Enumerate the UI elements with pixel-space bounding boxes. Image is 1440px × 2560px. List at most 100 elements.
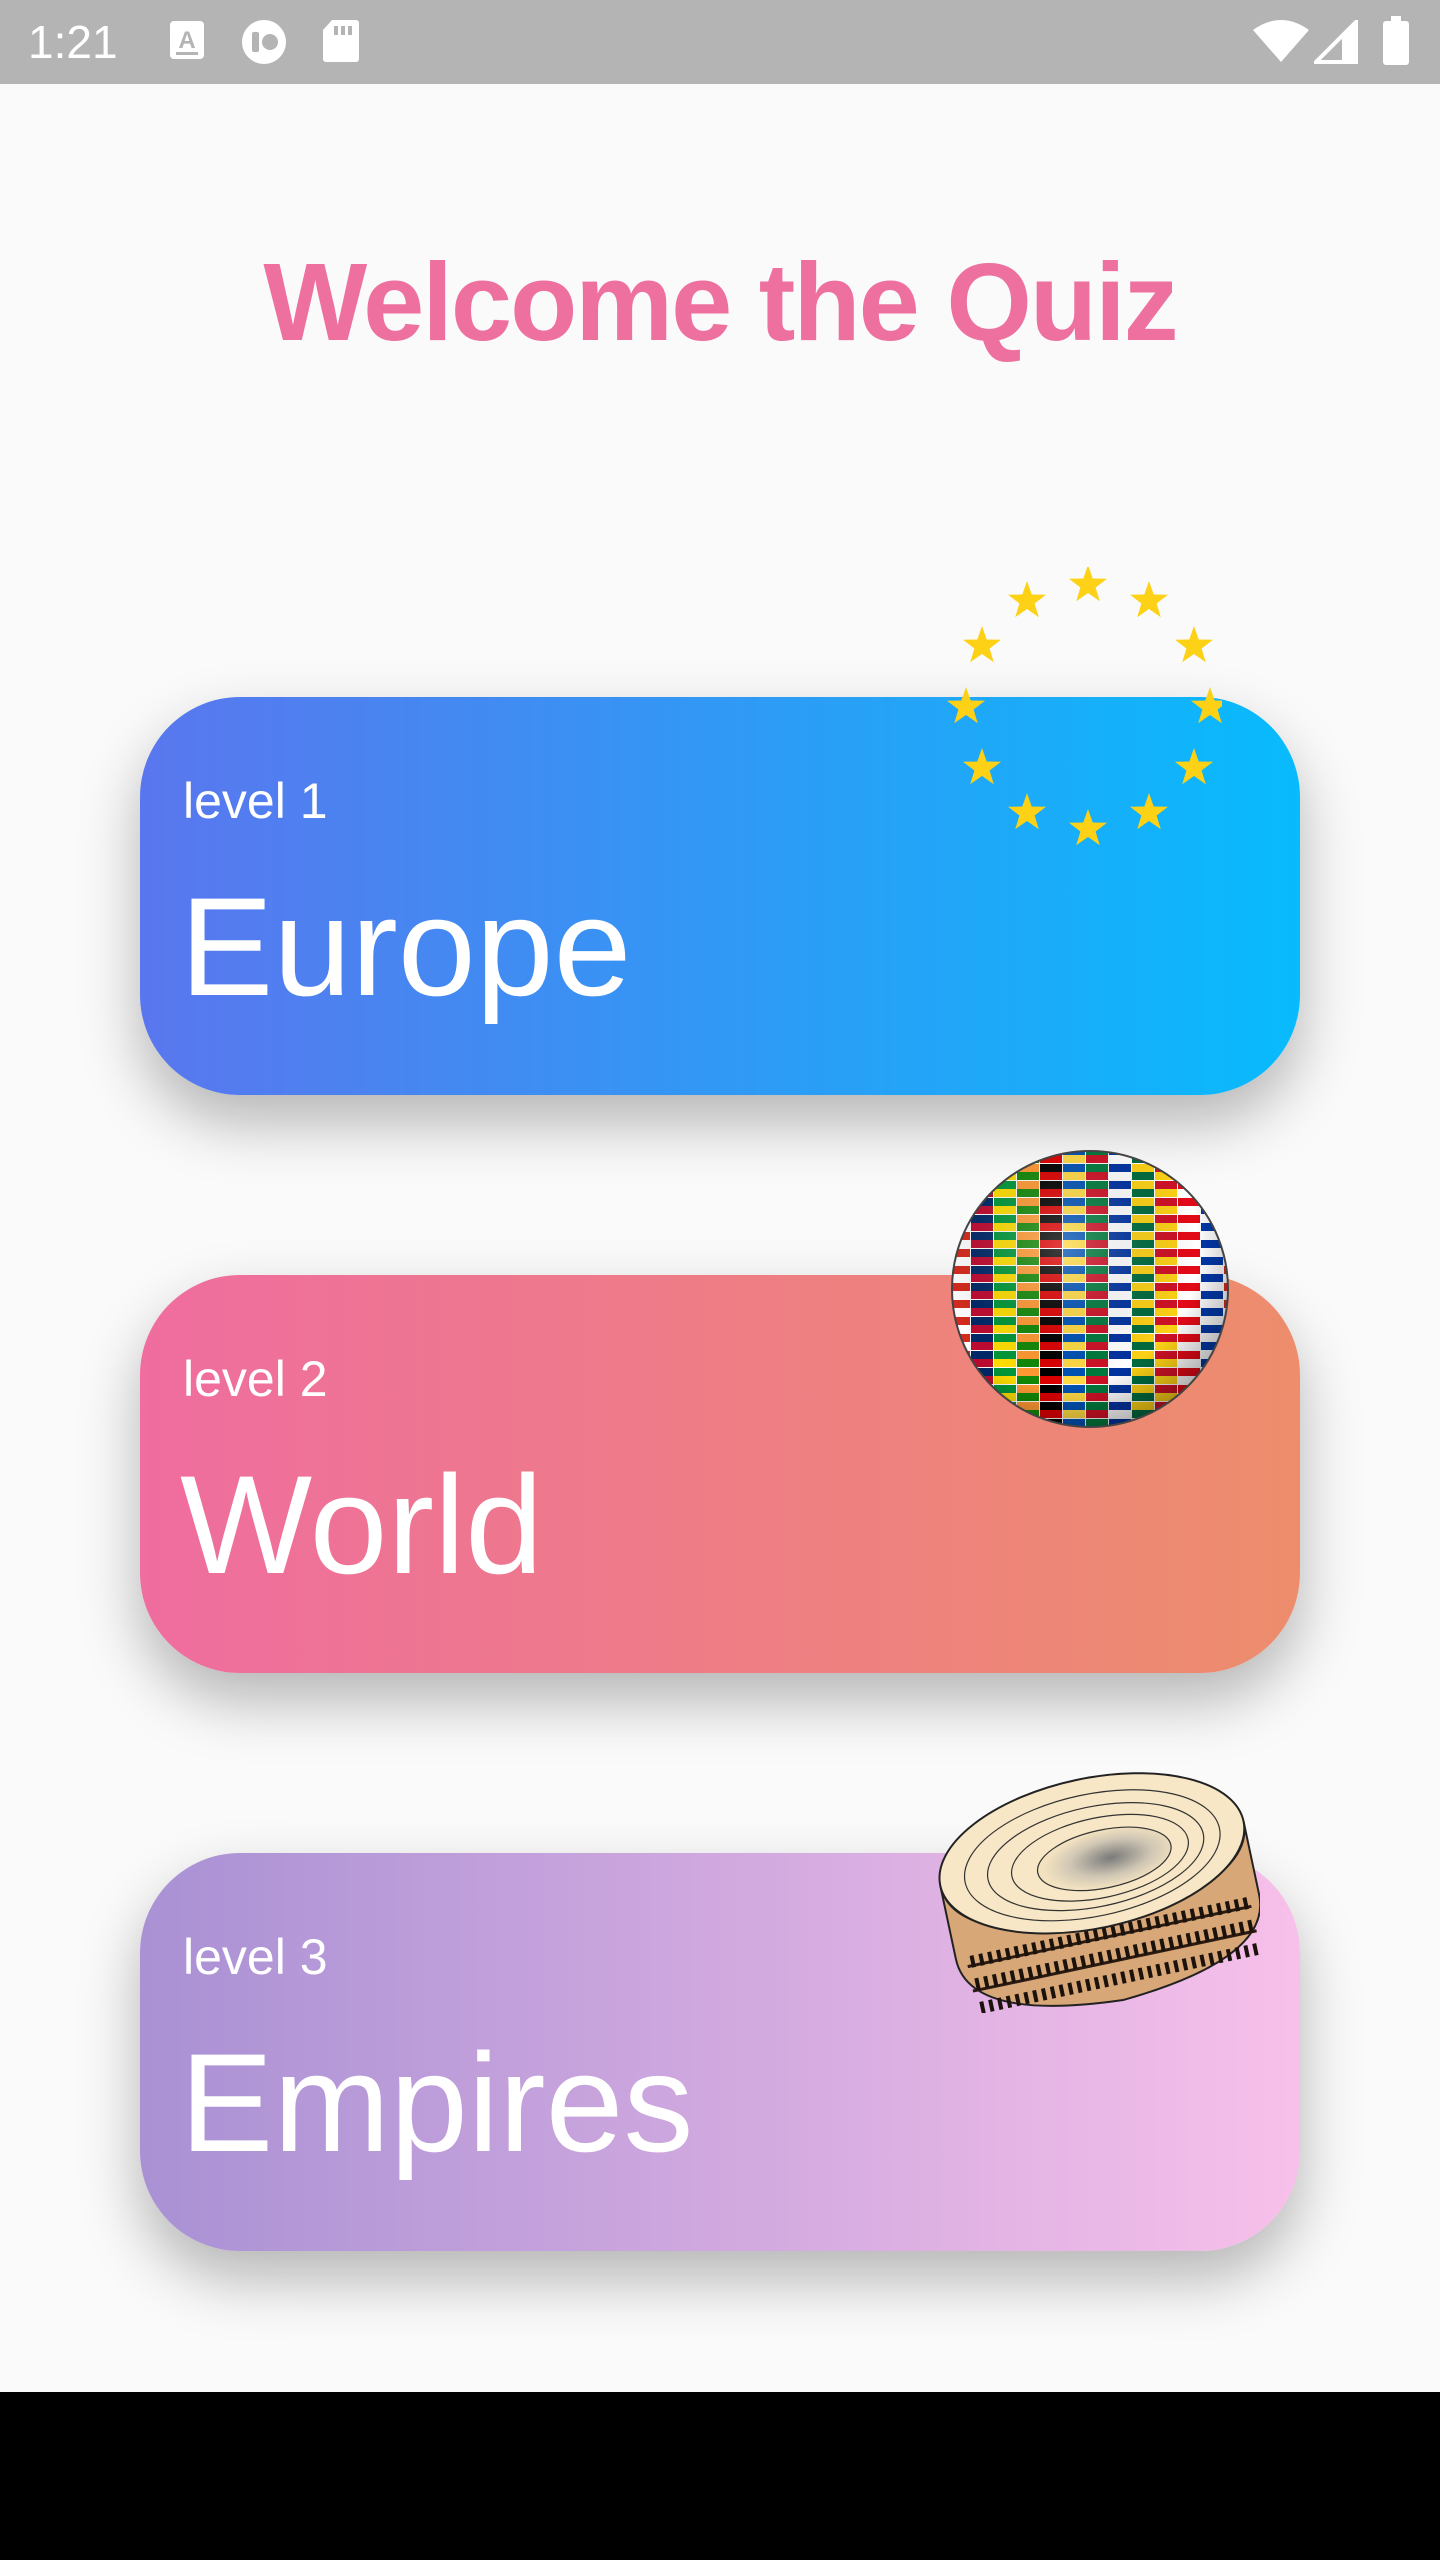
card-level-label: level 1 [183, 773, 328, 829]
arch-window [1234, 1946, 1242, 1960]
flag-tile [1178, 1419, 1200, 1427]
colosseum-icon [930, 1723, 1262, 2018]
flag-tile [971, 1385, 993, 1393]
flag-tile [1224, 1164, 1228, 1172]
battery-icon [1382, 16, 1410, 71]
status-time: 1:21 [28, 16, 118, 68]
flag-tile [1224, 1351, 1228, 1359]
flag-tile [1201, 1419, 1223, 1427]
flag-tile [1178, 1410, 1200, 1418]
flag-tile [952, 1376, 970, 1384]
flag-tile [1155, 1419, 1177, 1427]
flag-tile [952, 1155, 970, 1163]
flag-tile [1224, 1151, 1228, 1155]
flag-tile [1132, 1427, 1154, 1431]
flag-tile [1224, 1410, 1228, 1418]
flag-tile [994, 1410, 1016, 1418]
flag-tile [1224, 1385, 1228, 1393]
flag-tile [1178, 1164, 1200, 1172]
card-title: Empires [180, 2024, 694, 2181]
flag-tile [1132, 1151, 1154, 1155]
card-title: Europe [180, 868, 632, 1025]
flag-tile [952, 1198, 970, 1206]
flag-tile [971, 1419, 993, 1427]
status-bar: 1:21 A [0, 0, 1440, 84]
card-level-label: level 3 [183, 1929, 328, 1985]
flag-tile [1224, 1342, 1228, 1350]
flag-tile [971, 1410, 993, 1418]
flag-tile [1224, 1198, 1228, 1206]
flag-tile [1201, 1393, 1223, 1401]
flag-tile [971, 1155, 993, 1163]
flag-tile [1155, 1151, 1177, 1155]
flag-tile [1178, 1393, 1200, 1401]
flag-tile [1201, 1181, 1223, 1189]
flag-tile [1178, 1402, 1200, 1410]
flag-tile [1155, 1427, 1177, 1431]
flag-tile [1201, 1410, 1223, 1418]
flag-tile [1224, 1393, 1228, 1401]
flag-tile [952, 1181, 970, 1189]
flag-tile [971, 1427, 993, 1431]
level-card-empires[interactable]: level 3 Empires [140, 1772, 1300, 2251]
sd-card-icon [322, 18, 360, 69]
cell-signal-icon [1311, 17, 1358, 69]
arch-window [988, 1999, 995, 2012]
flag-tile [1224, 1359, 1228, 1367]
flag-tile [1155, 1155, 1177, 1163]
flag-tile [1109, 1427, 1131, 1431]
level-card-world[interactable]: level 2 World [140, 1150, 1300, 1673]
flag-tile [1201, 1164, 1223, 1172]
flag-tile [1201, 1151, 1223, 1155]
flag-tile [1155, 1410, 1177, 1418]
arch-window [1243, 1945, 1250, 1958]
wifi-icon [1252, 20, 1310, 69]
flag-tile [1201, 1368, 1223, 1376]
flag-tile [952, 1419, 970, 1427]
flag-tile [948, 1427, 970, 1431]
flag-tile [1224, 1402, 1228, 1410]
flag-tile [1201, 1385, 1223, 1393]
flag-tile [1040, 1427, 1062, 1431]
flag-tile [1224, 1427, 1232, 1431]
flag-tile [1224, 1172, 1228, 1180]
flag-tile [971, 1402, 993, 1410]
flag-tile [1178, 1427, 1200, 1431]
switch-access-icon [238, 18, 290, 71]
flag-tile [1224, 1206, 1228, 1214]
flag-tile [1201, 1402, 1223, 1410]
flag-tile [952, 1368, 970, 1376]
eu-stars-icon [942, 565, 1229, 852]
flag-tile [994, 1427, 1016, 1431]
flag-tile [952, 1393, 970, 1401]
card-level-label: level 2 [183, 1351, 328, 1407]
flag-globe-icon [948, 1147, 1232, 1436]
flag-tile [952, 1189, 970, 1197]
flag-tile [1224, 1155, 1228, 1163]
flag-tile [994, 1164, 1016, 1172]
flag-tile [1201, 1189, 1223, 1197]
flag-tile [1224, 1376, 1228, 1384]
flag-tile [971, 1172, 993, 1180]
flag-tile [1017, 1419, 1039, 1427]
flag-tile [1017, 1427, 1039, 1431]
flag-tile [952, 1172, 970, 1180]
flag-tile [952, 1385, 970, 1393]
flag-tile [952, 1410, 970, 1418]
flag-tile [1201, 1427, 1223, 1431]
flag-tile [971, 1181, 993, 1189]
flag-tile [1224, 1419, 1228, 1427]
level-card-europe[interactable]: level 1 Europe [140, 565, 1300, 1095]
flag-tile [1201, 1155, 1223, 1163]
page-title: Welcome the Quiz [263, 241, 1178, 364]
arch-window [979, 2001, 986, 2014]
flag-tile [1224, 1240, 1228, 1248]
svg-text:A: A [178, 27, 195, 54]
flag-tile [952, 1164, 970, 1172]
flag-tile [952, 1215, 970, 1223]
flag-tile [1224, 1215, 1228, 1223]
flag-tile [1017, 1151, 1039, 1155]
flag-tile [1224, 1223, 1228, 1231]
flag-tile [952, 1151, 970, 1155]
flag-tile [1178, 1172, 1200, 1180]
